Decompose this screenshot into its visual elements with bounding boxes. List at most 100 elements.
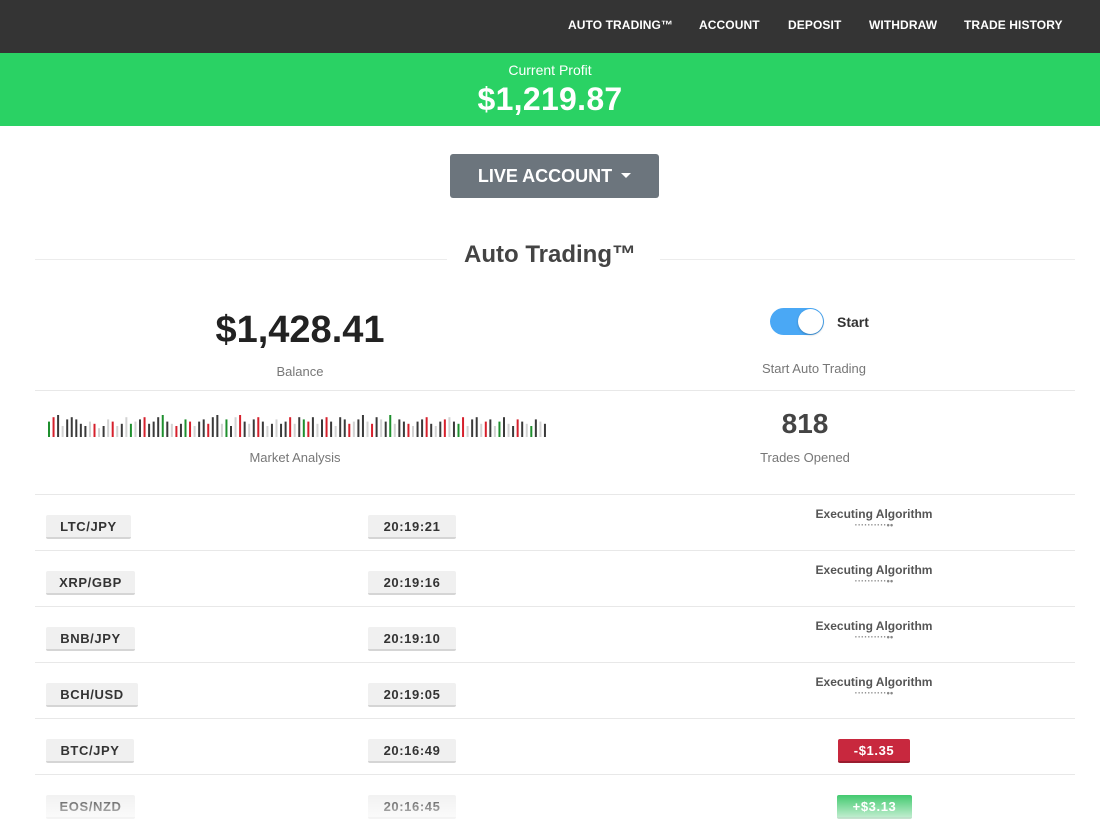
market-bar xyxy=(384,421,387,437)
market-bar xyxy=(280,423,283,437)
market-bar xyxy=(48,421,50,437)
market-bar xyxy=(79,423,82,437)
live-account-label: LIVE ACCOUNT xyxy=(477,165,613,186)
trade-pair: XRP/GBP xyxy=(46,571,135,595)
market-bar xyxy=(198,421,201,437)
market-bar xyxy=(230,426,232,437)
market-bar xyxy=(393,423,396,437)
trade-pair: BTC/JPY xyxy=(46,739,134,763)
executing-status: Executing Algorithm ··········•• xyxy=(774,563,974,586)
market-bar xyxy=(507,423,510,437)
market-bar xyxy=(70,417,73,437)
market-bar xyxy=(66,419,69,437)
market-bar xyxy=(321,419,323,437)
market-bar xyxy=(443,419,446,437)
market-bar xyxy=(239,415,242,437)
market-bar xyxy=(57,415,60,437)
trade-row: BCH/USD 20:19:05 Executing Algorithm ····… xyxy=(35,662,1075,718)
market-bar xyxy=(475,417,478,437)
market-bar xyxy=(207,423,210,437)
market-bar xyxy=(371,423,374,437)
trade-time: 20:16:45 xyxy=(368,795,456,819)
market-bar xyxy=(61,426,64,437)
market-bar xyxy=(211,417,214,437)
auto-trading-toggle[interactable] xyxy=(770,308,824,335)
market-bar xyxy=(52,417,55,437)
market-bar xyxy=(170,423,173,437)
market-bar xyxy=(484,421,487,437)
market-bar xyxy=(439,421,442,437)
market-bar xyxy=(521,421,524,437)
current-profit-value: $1,219.87 xyxy=(477,81,623,117)
trade-time: 20:19:10 xyxy=(368,627,456,651)
market-bar xyxy=(503,417,505,437)
market-bar xyxy=(430,423,433,437)
trade-pair: BNB/JPY xyxy=(46,627,135,651)
market-bar xyxy=(402,421,405,437)
market-bar xyxy=(398,419,401,437)
section-title: Auto Trading™ xyxy=(464,241,636,268)
market-bar xyxy=(175,426,178,437)
nav-trade-history[interactable]: TRADE HISTORY xyxy=(964,18,1063,32)
market-bar xyxy=(189,421,192,437)
market-bar xyxy=(298,417,301,437)
market-bar xyxy=(407,423,410,437)
status-text: Executing Algorithm xyxy=(815,507,933,521)
market-bar xyxy=(93,423,96,437)
market-bar xyxy=(270,423,273,437)
nav-deposit[interactable]: DEPOSIT xyxy=(788,18,841,32)
market-bar xyxy=(493,426,496,437)
current-profit-label: Current Profit xyxy=(508,62,592,78)
status-text: Executing Algorithm xyxy=(815,563,933,577)
trade-row: BNB/JPY 20:19:10 Executing Algorithm ····… xyxy=(35,606,1075,662)
market-bar xyxy=(75,419,78,437)
market-bar xyxy=(525,423,528,437)
trade-pair: LTC/JPY xyxy=(46,515,131,539)
nav-withdraw[interactable]: WITHDRAW xyxy=(869,18,937,32)
market-bar xyxy=(357,419,360,437)
market-bar xyxy=(289,417,292,437)
start-auto-trading-label: Start Auto Trading xyxy=(761,361,867,376)
trade-row: XRP/GBP 20:19:16 Executing Algorithm ····… xyxy=(35,550,1075,606)
market-bar xyxy=(257,417,260,437)
market-bar xyxy=(220,423,223,437)
market-bar xyxy=(434,426,437,437)
market-bar xyxy=(275,419,278,437)
market-bar xyxy=(343,419,346,437)
market-bar xyxy=(184,419,187,437)
nav-auto-trading[interactable]: AUTO TRADING™ xyxy=(568,18,673,32)
market-bar xyxy=(330,421,333,437)
nav-account[interactable]: ACCOUNT xyxy=(699,18,760,32)
market-bar xyxy=(252,419,255,437)
market-bar xyxy=(512,426,515,437)
market-bar xyxy=(234,417,237,437)
market-bar xyxy=(98,428,101,437)
market-bar xyxy=(339,417,342,437)
market-bar xyxy=(143,417,146,437)
loading-dots: ··········•• xyxy=(854,520,894,530)
market-bar xyxy=(139,419,141,437)
market-bar xyxy=(325,417,328,437)
trade-pair: BCH/USD xyxy=(46,683,138,707)
trade-row: LTC/JPY 20:19:21 Executing Algorithm ····… xyxy=(35,494,1075,550)
market-bar xyxy=(243,421,246,437)
market-bar xyxy=(84,426,87,437)
market-bar xyxy=(452,421,455,437)
market-bar xyxy=(179,423,182,437)
market-bar xyxy=(125,417,128,437)
market-bar xyxy=(148,423,151,437)
market-bar xyxy=(293,423,296,437)
status-text: Executing Algorithm xyxy=(815,619,933,633)
market-bar xyxy=(216,415,219,437)
market-bar xyxy=(462,417,465,437)
loading-dots: ··········•• xyxy=(854,632,894,642)
market-bar xyxy=(375,417,378,437)
caret-down-icon xyxy=(621,172,632,178)
trade-profit-badge: +$3.13 xyxy=(837,795,912,819)
status-text: Executing Algorithm xyxy=(815,675,933,689)
market-bar xyxy=(352,421,355,437)
market-bar xyxy=(416,421,419,437)
live-account-dropdown[interactable]: LIVE ACCOUNT xyxy=(450,154,659,198)
toggle-start-label: Start xyxy=(837,314,869,330)
market-bar xyxy=(116,426,119,437)
